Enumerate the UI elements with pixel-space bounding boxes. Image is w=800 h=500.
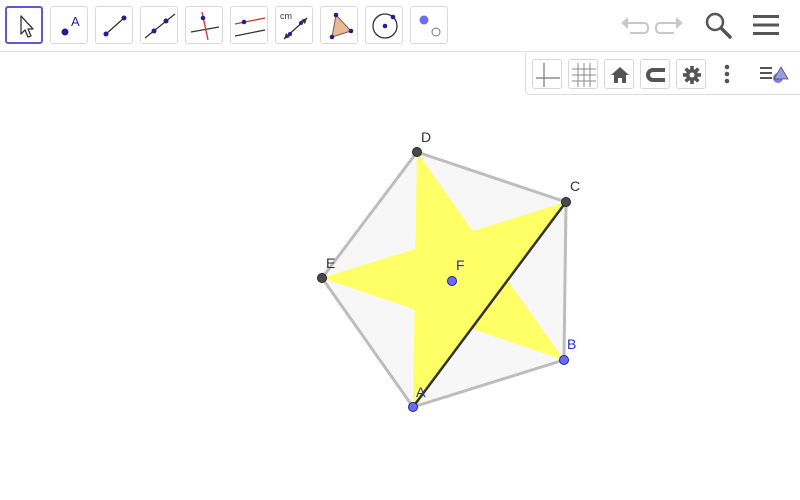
snap-magnet-icon [646, 68, 665, 82]
menu-icon [753, 15, 779, 35]
regular-pentagon[interactable] [320, 150, 568, 409]
more-options-button[interactable] [712, 59, 742, 89]
point-capturing-button[interactable] [640, 59, 670, 89]
undo-button[interactable] [616, 7, 652, 43]
style-bar-toggle-icon [760, 66, 789, 83]
label-a: A [416, 384, 426, 400]
label-b: B [567, 336, 576, 352]
undo-icon [621, 17, 650, 34]
perpendicular-line-tool-button[interactable] [185, 6, 223, 44]
segment-tool-button[interactable] [95, 6, 133, 44]
point-a[interactable] [408, 402, 418, 412]
point-d[interactable] [412, 147, 422, 157]
grid-icon [572, 63, 596, 87]
search-icon [705, 12, 732, 39]
point-c[interactable] [561, 197, 571, 207]
redo-icon [654, 17, 683, 34]
distance-tool-label: cm [280, 11, 292, 21]
slider-icon [419, 15, 441, 37]
main-menu-button[interactable] [748, 7, 784, 43]
parallel-line-icon [234, 17, 266, 37]
segment-ac[interactable] [411, 201, 568, 408]
label-f: F [456, 257, 465, 273]
star-polygon[interactable] [322, 152, 566, 407]
style-bar-toggle-button[interactable] [760, 59, 790, 89]
circle-tool-button[interactable] [365, 6, 403, 44]
distance-tool-button[interactable]: cm [275, 6, 313, 44]
parallel-line-tool-button[interactable] [230, 6, 268, 44]
search-button[interactable] [700, 7, 736, 43]
segment-icon [103, 15, 127, 37]
point-f[interactable] [447, 276, 457, 286]
point-tool-button[interactable]: A [50, 6, 88, 44]
perpendicular-line-icon [190, 11, 220, 41]
point-e[interactable] [317, 273, 327, 283]
polygon-tool-button[interactable] [320, 6, 358, 44]
point-icon: A [61, 14, 80, 36]
more-vertical-icon [724, 64, 730, 84]
point-b[interactable] [559, 355, 569, 365]
redo-button[interactable] [652, 7, 688, 43]
label-c: C [570, 178, 580, 194]
standard-view-button[interactable] [604, 59, 634, 89]
slider-tool-button[interactable] [410, 6, 448, 44]
circle-with-center-icon [372, 13, 398, 39]
move-tool-button[interactable] [5, 6, 43, 44]
label-e: E [326, 255, 335, 271]
line-tool-button[interactable] [140, 6, 178, 44]
polygon-icon [329, 12, 354, 40]
label-d: D [421, 129, 431, 145]
toggle-grid-button[interactable] [568, 59, 598, 89]
arrow-pointer-icon [20, 15, 34, 38]
graphics-style-bar [525, 53, 800, 95]
graphics-settings-button[interactable] [676, 59, 706, 89]
home-icon [611, 67, 629, 83]
distance-icon: cm [280, 11, 308, 40]
axes-icon [536, 63, 560, 87]
toolbar: A cm [0, 0, 800, 52]
gear-icon [683, 66, 701, 84]
line-icon [144, 13, 176, 39]
toggle-axes-button[interactable] [532, 59, 562, 89]
point-tool-label: A [71, 14, 80, 29]
